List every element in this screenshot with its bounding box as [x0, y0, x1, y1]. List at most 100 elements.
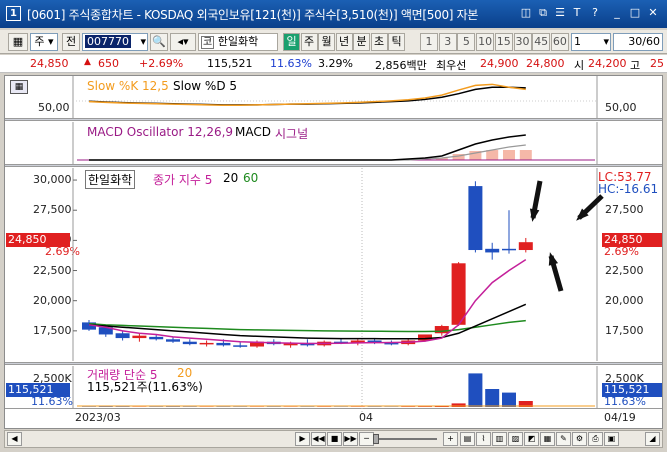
settings-icon[interactable]: ⚙ [572, 432, 587, 446]
window-title: [0601] 주식종합차트 - KOSDAQ 외국인보유[121(천)] 주식수… [27, 8, 479, 22]
window-number: 1 [6, 6, 21, 21]
annotation-arrowhead [548, 252, 559, 266]
period-tab[interactable]: 분 [353, 33, 370, 51]
unit-select[interactable]: 1 ▾ [571, 33, 611, 51]
candle-body [468, 186, 483, 251]
volume-chart-icon[interactable]: ▨ [508, 432, 523, 446]
candle-body [132, 335, 147, 339]
scroll-left-icon[interactable]: ◀ [7, 432, 22, 446]
window-icon[interactable]: ◫ [519, 6, 533, 20]
print-icon[interactable]: ⎙ [588, 432, 603, 446]
stop-icon[interactable]: ■ [327, 432, 342, 446]
draw-icon[interactable]: ✎ [556, 432, 571, 446]
period-tab[interactable]: 월 [318, 33, 335, 51]
scroll-toolbar: ◀ ▶ ◀◀ ■ ▶▶ ─ + ▤ ⌇ ▥ ▨ ◩ ▦ ✎ ⚙ ⎙ ▣ ◢ [4, 430, 663, 448]
zoom-slider-thumb[interactable] [373, 434, 379, 444]
market-select[interactable]: 주 ▾ [30, 33, 58, 51]
zoom-in-icon[interactable]: + [443, 432, 458, 446]
best-label: 최우선 [436, 59, 467, 72]
prefix-button[interactable]: 전 [62, 33, 80, 51]
list-icon[interactable]: ☰ [553, 6, 567, 20]
copy-icon[interactable]: ⧉ [536, 6, 550, 20]
open-price: 24,200 [588, 57, 627, 70]
macd-osc-bar [519, 150, 532, 160]
open-label: 시 [574, 59, 585, 72]
interval-button[interactable]: 5 [457, 33, 476, 51]
expand-icon[interactable]: ◢ [645, 432, 660, 446]
volume-bar [468, 373, 483, 407]
turnover: 3.29% [318, 57, 353, 70]
change-percent: +2.69% [139, 57, 184, 70]
interval-button[interactable]: 3 [438, 33, 457, 51]
period-tab[interactable]: 초 [370, 33, 388, 51]
volume: 115,521 [207, 57, 253, 70]
count-input[interactable]: 30/60 [613, 33, 663, 51]
line-chart-icon[interactable]: ⌇ [476, 432, 491, 446]
search-icon[interactable]: 🔍 [150, 33, 168, 51]
macd-osc-bar [486, 150, 499, 160]
help-icon[interactable]: ? [588, 6, 602, 20]
price-change: 650 [98, 57, 119, 70]
analysis-icon[interactable]: ◩ [524, 432, 539, 446]
current-price: 24,850 [30, 57, 69, 70]
annotation-arrowhead [529, 208, 540, 222]
candle-body [166, 339, 180, 342]
kosdaq-icon: 코 [201, 36, 215, 49]
rewind-icon[interactable]: ◀◀ [311, 432, 326, 446]
bar-chart-icon[interactable]: ▥ [492, 432, 507, 446]
interval-button[interactable]: 45 [532, 33, 551, 51]
indicator-icon[interactable]: ▦ [540, 432, 555, 446]
minimize-icon[interactable]: _ [610, 6, 624, 20]
candle-body [199, 342, 214, 345]
candle-body [216, 342, 231, 346]
speaker-icon[interactable]: ◂▾ [170, 33, 196, 51]
quote-bar: 24,850 ▲ 650 +2.69% 115,521 11.63% 3.29%… [0, 55, 667, 73]
chart-area[interactable]: ▦ Slow %K 12,5 Slow %D 5 50,00 50,00 MAC… [4, 75, 663, 429]
text-icon[interactable]: T [570, 6, 584, 20]
interval-button[interactable]: 60 [550, 33, 569, 51]
candle-body [451, 263, 466, 325]
period-tab[interactable]: 년 [335, 33, 353, 51]
stock-code-input[interactable]: 007770 ▾ [82, 33, 148, 51]
high-label: 고 [630, 59, 641, 72]
maximize-icon[interactable]: □ [628, 6, 642, 20]
candle-icon[interactable]: ▤ [460, 432, 475, 446]
scroll-right-icon[interactable]: ▶ [295, 432, 310, 446]
volume-bar [502, 392, 516, 407]
play-icon[interactable]: ▶▶ [343, 432, 358, 446]
interval-button[interactable]: 1 [420, 33, 438, 51]
chart-type-icon[interactable]: ▦ [8, 33, 28, 51]
candle-body [149, 336, 164, 340]
candle-body [182, 341, 197, 345]
bid-price: 24,800 [526, 57, 565, 70]
trade-amount: 2,856백만 [375, 59, 427, 72]
close-icon[interactable]: ✕ [646, 6, 660, 20]
toolbar: ▦ 주 ▾ 전 007770 ▾ 🔍 ◂▾ 코 한일화학 일주월년분초틱 135… [0, 30, 667, 54]
save-icon[interactable]: ▣ [604, 432, 619, 446]
candle-body [518, 242, 533, 251]
macd-osc-bar [503, 150, 515, 160]
stock-name: 한일화학 [217, 35, 259, 48]
stock-code-value: 007770 [85, 35, 131, 48]
period-tab[interactable]: 틱 [388, 33, 405, 51]
interval-button[interactable]: 15 [494, 33, 513, 51]
stoch-k-line [88, 83, 526, 106]
stock-name-box[interactable]: 코 한일화학 [198, 33, 278, 51]
zoom-out-icon[interactable]: ─ [359, 432, 374, 446]
title-bar: 1 [0601] 주식종합차트 - KOSDAQ 외국인보유[121(천)] 주… [0, 0, 667, 28]
candle-body [233, 345, 248, 347]
period-tab[interactable]: 일 [283, 33, 300, 51]
volume-bar [485, 389, 500, 407]
interval-button[interactable]: 30 [513, 33, 532, 51]
candle-body [434, 326, 449, 334]
chevron-down-icon[interactable]: ▾ [140, 34, 146, 50]
interval-button[interactable]: 10 [476, 33, 495, 51]
candle-body [485, 248, 500, 253]
period-tab[interactable]: 주 [300, 33, 318, 51]
chart-canvas[interactable] [5, 76, 662, 428]
high-price: 25 [650, 57, 664, 70]
up-arrow-icon: ▲ [84, 57, 91, 67]
volume-percent: 11.63% [270, 57, 312, 70]
zoom-slider[interactable] [377, 438, 437, 440]
candle-body [502, 248, 516, 251]
